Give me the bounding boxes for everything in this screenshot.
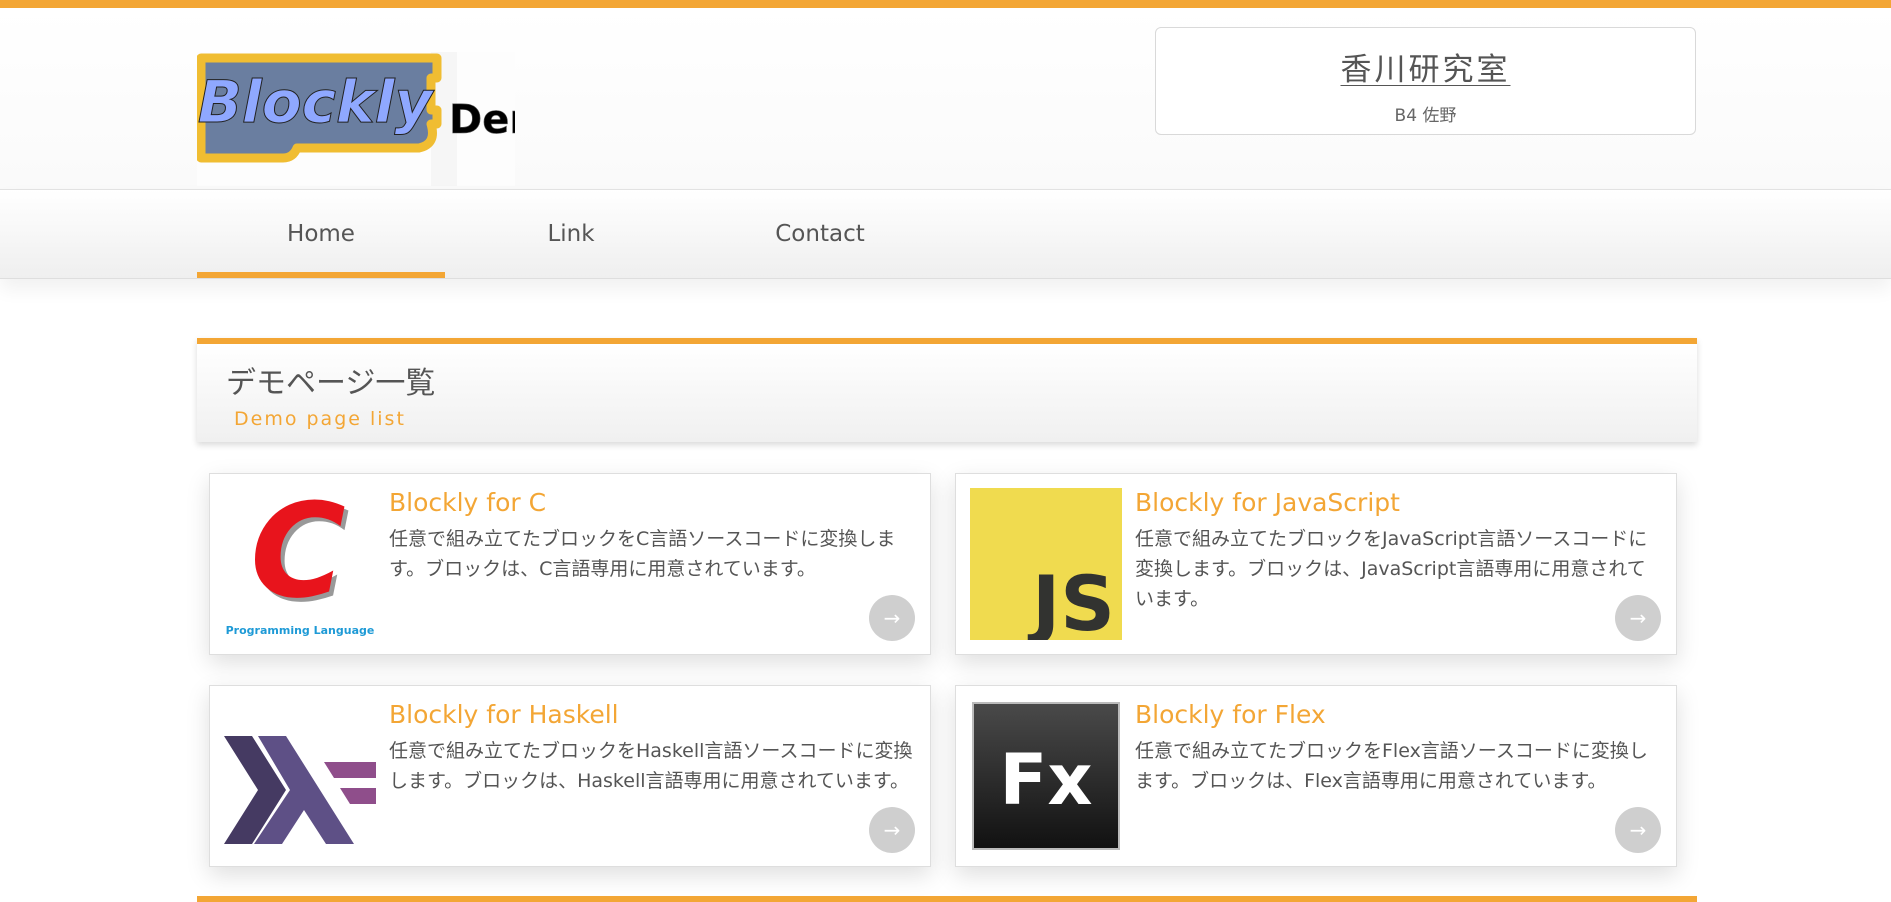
js-icon-text: JS — [1027, 559, 1115, 640]
arrow-right-icon[interactable]: → — [1615, 595, 1661, 641]
demo-card-flex[interactable]: Fx Blockly for Flex 任意で組み立てたブロックをFlex言語ソ… — [955, 685, 1677, 867]
section-title: デモページ一覧 — [226, 366, 436, 401]
svg-text:C: C — [250, 488, 345, 627]
section-header: デモページ一覧 Demo page list — [197, 338, 1697, 442]
c-icon-caption: Programming Language — [226, 624, 375, 637]
card-title[interactable]: Blockly for Flex — [1135, 700, 1326, 729]
logo-text: Blockly — [198, 68, 435, 136]
logo-demo-text: Demo — [449, 97, 515, 143]
card-title[interactable]: Blockly for C — [389, 488, 546, 517]
c-language-icon: C C Programming Language — [226, 488, 375, 637]
card-title[interactable]: Blockly for Haskell — [389, 700, 619, 729]
section-subtitle: Demo page list — [234, 408, 406, 430]
card-description: 任意で組み立てたブロックをC言語ソースコードに変換します。ブロックは、C言語専用… — [389, 528, 896, 580]
arrow-right-icon[interactable]: → — [869, 807, 915, 853]
demo-card-javascript[interactable]: JS Blockly for JavaScript 任意で組み立てたブロックをJ… — [955, 473, 1677, 655]
arrow-right-icon[interactable]: → — [1615, 807, 1661, 853]
demo-card-c[interactable]: C C Programming Language Blockly for C 任… — [209, 473, 931, 655]
lab-info-box: 香川研究室 B4 佐野 — [1155, 27, 1696, 135]
blockly-c-demo-logo[interactable]: Blockly Demo — [197, 52, 515, 186]
nav-contact[interactable]: Contact — [696, 190, 944, 278]
lab-subtitle: B4 佐野 — [1394, 106, 1457, 126]
demo-card-haskell[interactable]: Blockly for Haskell 任意で組み立てたブロックをHaskell… — [209, 685, 931, 867]
top-accent-bar — [0, 0, 1891, 8]
javascript-icon: JS — [970, 488, 1122, 640]
lab-title-link[interactable]: 香川研究室 — [1156, 44, 1695, 89]
nav-link[interactable]: Link — [447, 190, 695, 278]
nav-home[interactable]: Home — [197, 190, 445, 278]
card-description: 任意で組み立てたブロックをHaskell言語ソースコードに変換します。ブロックは… — [389, 740, 913, 792]
haskell-icon — [224, 736, 376, 844]
fx-icon-text: Fx — [1000, 739, 1093, 821]
main-navbar: Home Link Contact — [0, 189, 1891, 279]
flex-icon: Fx — [972, 702, 1120, 850]
section-divider — [197, 896, 1697, 902]
card-description: 任意で組み立てたブロックをJavaScript言語ソースコードに変換します。ブロ… — [1135, 528, 1648, 610]
card-description: 任意で組み立てたブロックをFlex言語ソースコードに変換します。ブロックは、Fl… — [1135, 740, 1648, 792]
card-title[interactable]: Blockly for JavaScript — [1135, 488, 1400, 517]
arrow-right-icon[interactable]: → — [869, 595, 915, 641]
